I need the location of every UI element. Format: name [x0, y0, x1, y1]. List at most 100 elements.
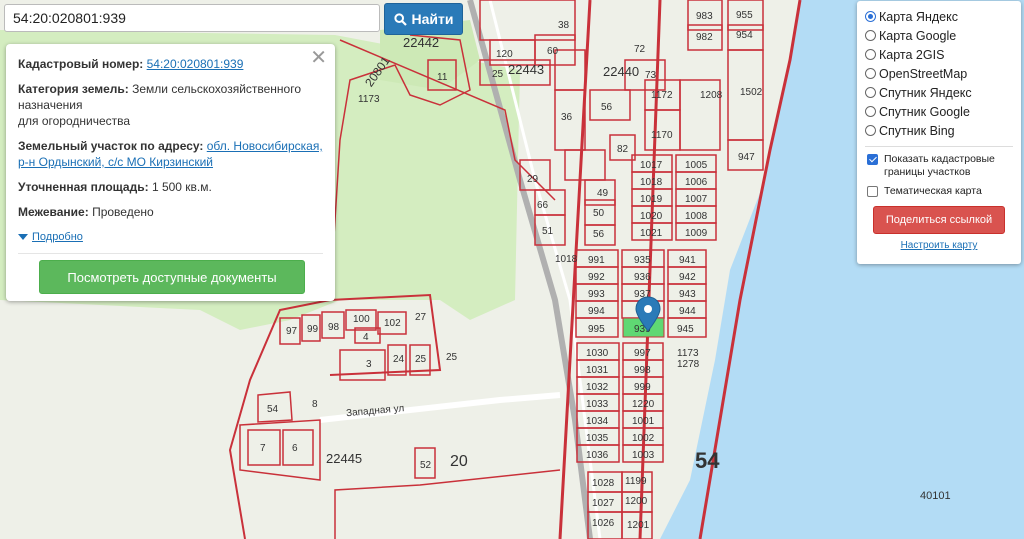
share-link-button[interactable]: Поделиться ссылкой — [873, 206, 1005, 234]
plot-label: 994 — [588, 306, 605, 317]
plot-label: 1021 — [640, 228, 663, 239]
plot-label: 1002 — [632, 433, 655, 444]
plot-label: 100 — [353, 314, 370, 325]
plot-label: 1200 — [625, 496, 648, 507]
plot-label: 1017 — [640, 160, 663, 171]
plot-label: 982 — [696, 32, 713, 43]
plot-label: 73 — [645, 70, 657, 81]
area-label: 40101 — [920, 490, 951, 502]
plot-label: 998 — [634, 365, 651, 376]
area-label: 22442 — [403, 35, 439, 50]
plot-label: 1001 — [632, 416, 655, 427]
plot-label: 992 — [588, 272, 605, 283]
survey-row: Межевание: Проведено — [18, 204, 323, 220]
plot-label: 1008 — [685, 211, 708, 222]
plot-label: 955 — [736, 10, 753, 21]
layer-option-label: Спутник Google — [879, 104, 970, 119]
plot-label: 1199 — [625, 476, 647, 487]
plot-label: 954 — [736, 30, 753, 41]
plot-label: 1033 — [586, 399, 609, 410]
plot-label: 1173 — [677, 348, 699, 359]
plot-label: 82 — [617, 144, 629, 155]
cadastral-number-row: Кадастровый номер: 54:20:020801:939 — [18, 56, 323, 72]
layer-option[interactable]: Карта Google — [865, 26, 1013, 45]
plot-label: 38 — [558, 20, 570, 31]
radio-icon — [865, 125, 876, 136]
layer-option[interactable]: Карта Яндекс — [865, 7, 1013, 26]
plot-label: 1007 — [685, 194, 708, 205]
layer-option-label: Спутник Bing — [879, 123, 955, 138]
plot-label: 1020 — [640, 211, 663, 222]
plot-label: 941 — [679, 255, 696, 266]
area-label: 22440 — [603, 64, 639, 79]
view-documents-button[interactable]: Посмотреть доступные документы — [39, 260, 305, 294]
plot-label: 24 — [393, 354, 405, 365]
survey-label: Межевание: — [18, 205, 89, 219]
plot-label: 944 — [679, 306, 696, 317]
layer-option[interactable]: OpenStreetMap — [865, 64, 1013, 83]
plot-label: 945 — [677, 324, 694, 335]
land-use-value: для огородничества — [18, 114, 131, 128]
show-cadastral-label: Показать кадастровые границы участков — [884, 153, 995, 178]
plot-label: 1005 — [685, 160, 708, 171]
plot-label: 25 — [492, 69, 504, 80]
close-icon[interactable]: ✕ — [310, 48, 327, 68]
search-input[interactable] — [4, 4, 380, 32]
plot-label: 1036 — [586, 450, 609, 461]
plot-label: 56 — [593, 229, 605, 240]
checkbox-checked-icon — [867, 154, 878, 165]
address-label: Земельный участок по адресу: — [18, 139, 204, 153]
plot-label: 1220 — [632, 399, 655, 410]
search-button-label: Найти — [411, 11, 454, 27]
plot-label: 54 — [267, 404, 279, 415]
plot-label: 50 — [593, 208, 605, 219]
layer-option[interactable]: Спутник Яндекс — [865, 83, 1013, 102]
radio-icon — [865, 106, 876, 117]
show-cadastral-toggle[interactable]: Показать кадастровые границы участков — [865, 153, 1013, 179]
details-link-label: Подробно — [32, 231, 83, 243]
plot-label: 1201 — [627, 520, 650, 531]
search-icon — [393, 12, 407, 26]
thematic-map-label: Тематическая карта — [884, 185, 982, 197]
map-layer-panel: Карта Яндекс Карта Google Карта 2GIS Ope… — [857, 1, 1021, 264]
plot-label: 1018 — [555, 254, 578, 265]
thematic-map-toggle[interactable]: Тематическая карта — [865, 185, 1013, 198]
plot-label: 98 — [328, 322, 340, 333]
search-button[interactable]: Найти — [384, 3, 463, 35]
land-category-label: Категория земель: — [18, 82, 129, 96]
layer-option-label: Карта Яндекс — [879, 9, 958, 24]
cadastral-number-link[interactable]: 54:20:020801:939 — [147, 57, 244, 71]
area-label: 20 — [450, 453, 468, 470]
plot-label: 1031 — [586, 365, 609, 376]
layer-option[interactable]: Спутник Google — [865, 102, 1013, 121]
plot-label: 102 — [384, 318, 401, 329]
plot-label: 1027 — [592, 498, 615, 509]
plot-label: 1170 — [651, 130, 673, 141]
land-category-row: Категория земель: Земли сельскохозяйстве… — [18, 81, 323, 129]
plot-label: 4 — [363, 332, 369, 343]
plot-label: 72 — [634, 44, 646, 55]
layer-option[interactable]: Карта 2GIS — [865, 45, 1013, 64]
address-row: Земельный участок по адресу: обл. Новоси… — [18, 138, 323, 170]
plot-label: 942 — [679, 272, 696, 283]
area-label: 54 — [695, 448, 720, 473]
layer-option[interactable]: Спутник Bing — [865, 121, 1013, 140]
view-documents-label: Посмотреть доступные документы — [67, 269, 277, 285]
plot-label: 25 — [446, 352, 458, 363]
plot-label: 60 — [547, 46, 559, 57]
plot-label: 11 — [437, 72, 448, 83]
plot-label: 943 — [679, 289, 696, 300]
details-link[interactable]: Подробно — [18, 231, 83, 243]
plot-label: 29 — [527, 174, 539, 185]
plot-label: 1006 — [685, 177, 708, 188]
share-link-label: Поделиться ссылкой — [885, 214, 993, 226]
radio-icon — [865, 68, 876, 79]
plot-label: 66 — [537, 200, 549, 211]
plot-label: 51 — [542, 226, 554, 237]
plot-label: 993 — [588, 289, 605, 300]
radio-icon — [865, 30, 876, 41]
plot-label: 8 — [312, 399, 318, 410]
radio-icon — [865, 49, 876, 60]
configure-map-link[interactable]: Настроить карту — [865, 240, 1013, 251]
plot-label: 1003 — [632, 450, 655, 461]
